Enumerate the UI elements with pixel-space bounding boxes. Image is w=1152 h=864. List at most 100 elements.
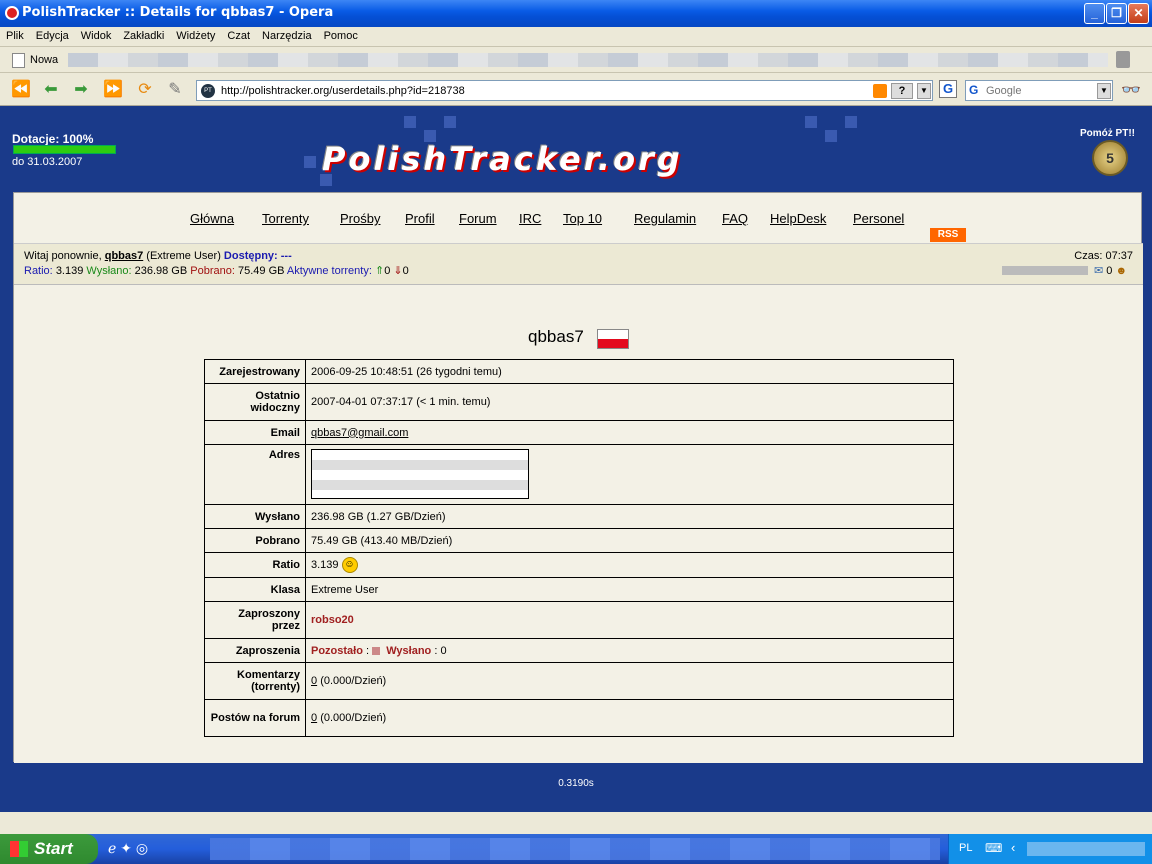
user-link[interactable]: qbbas7 [105, 250, 144, 262]
search-box[interactable]: G ▼ [965, 80, 1113, 101]
row-value [305, 444, 954, 505]
blurred-task-buttons [210, 838, 940, 860]
welcome-line: Witaj ponownie, qbbas7 (Extreme User) Do… [24, 250, 292, 262]
row-label: Ratio [204, 552, 306, 578]
url-dropdown-icon[interactable]: ▼ [917, 83, 931, 99]
table-row: Klasa Extreme User [204, 577, 954, 602]
ie-icon[interactable]: ℯ [108, 840, 116, 856]
table-row: Postów na forum 0 (0.000/Dzień) [204, 699, 954, 737]
active-up: 0 [384, 265, 391, 277]
row-value: qbbas7@gmail.com [305, 420, 954, 445]
search-input[interactable] [986, 83, 1094, 98]
ratio-label: Ratio: [24, 265, 53, 277]
coin-icon[interactable]: 5 [1092, 140, 1128, 176]
search-dropdown-icon[interactable]: ▼ [1097, 83, 1111, 99]
menu-widzety[interactable]: Widżety [170, 27, 221, 45]
posts-count-link[interactable]: 0 [311, 712, 317, 724]
rewind-icon[interactable]: ⏪ [10, 81, 32, 99]
menu-plik[interactable]: Plik [0, 27, 30, 45]
row-value: 75.49 GB (413.40 MB/Dzień) [305, 528, 954, 553]
keyboard-icon[interactable]: ⌨ [985, 841, 1002, 855]
media-icon[interactable]: ✦ [120, 840, 132, 856]
invites-sent-label: Wysłano [386, 644, 432, 657]
start-button[interactable]: Start [0, 834, 98, 864]
table-row: Zarejestrowany 2006-09-25 10:48:51 (26 t… [204, 359, 954, 384]
taskbar: Start ℯ ✦ ◎ PL ⌨ ‹ [0, 834, 1152, 864]
forward-icon[interactable]: ➡ [70, 81, 92, 99]
blurred-address [311, 449, 529, 499]
url-field[interactable]: PT http://polishtracker.org/userdetails.… [196, 80, 933, 101]
ratio-text: 3.139 [311, 558, 339, 571]
stats-line: Ratio: 3.139 Wysłano: 236.98 GB Pobrano:… [24, 264, 409, 277]
nav-regulamin[interactable]: Regulamin [634, 211, 696, 226]
active-label: Aktywne torrenty: [286, 265, 372, 277]
message-count: 0 [1106, 265, 1113, 277]
tab-bar: Nowa [0, 47, 1152, 73]
window-title: PolishTracker :: Details for qbbas7 - Op… [22, 5, 334, 20]
close-button[interactable]: ✕ [1128, 3, 1149, 24]
inviter-link[interactable]: robso20 [311, 614, 354, 626]
friends-icon[interactable]: ☻ [1115, 265, 1127, 277]
page-content: Dotacje: 100% do 31.03.2007 PolishTracke… [0, 106, 1152, 812]
menu-widok[interactable]: Widok [75, 27, 118, 45]
downloaded-label: Pobrano: [190, 265, 235, 277]
server-time: Czas: 07:37 [1074, 250, 1133, 262]
opera-launch-icon[interactable]: ◎ [136, 840, 148, 856]
invites-remaining-label: Pozostało [311, 644, 363, 657]
profile-table: Zarejestrowany 2006-09-25 10:48:51 (26 t… [204, 359, 954, 737]
blurred-tabs [68, 53, 1108, 67]
site-logo[interactable]: PolishTracker.org [322, 140, 683, 178]
blurred-field [1002, 266, 1088, 275]
nav-personel[interactable]: Personel [853, 211, 904, 226]
table-row: Ratio 3.139 ☺ [204, 552, 954, 578]
blurred-tray [1027, 842, 1145, 856]
nav-top10[interactable]: Top 10 [563, 211, 602, 226]
trash-icon[interactable] [1116, 51, 1130, 68]
logo-decoration [304, 156, 316, 168]
nav-torrenty[interactable]: Torrenty [262, 211, 309, 226]
help-pt-label[interactable]: Pomóż PT!! [1080, 128, 1135, 139]
back-icon[interactable]: ⬅ [40, 81, 62, 99]
nav-forum[interactable]: Forum [459, 211, 497, 226]
posts-rate: (0.000/Dzień) [320, 712, 387, 724]
menu-narzedzia[interactable]: Narzędzia [256, 27, 318, 45]
downloaded-value: 75.49 GB [237, 265, 285, 277]
row-label: Klasa [204, 577, 306, 602]
reload-icon[interactable]: ⟳ [134, 81, 156, 99]
language-indicator[interactable]: PL [959, 842, 972, 854]
nav-helpdesk[interactable]: HelpDesk [770, 211, 826, 226]
google-icon[interactable]: G [939, 80, 957, 98]
comments-count-link[interactable]: 0 [311, 675, 317, 687]
menu-zakladki[interactable]: Zakładki [117, 27, 170, 45]
glasses-icon[interactable]: 👓 [1121, 80, 1141, 100]
restore-button[interactable]: ❐ [1106, 3, 1127, 24]
table-row: Zaproszony przez robso20 [204, 601, 954, 639]
nav-glowna[interactable]: Główna [190, 211, 234, 226]
email-link[interactable]: qbbas7@gmail.com [311, 427, 408, 439]
tray-expand-icon[interactable]: ‹ [1011, 840, 1015, 855]
row-label: Postów na forum [204, 699, 306, 737]
menu-pomoc[interactable]: Pomoc [318, 27, 364, 45]
nav-prosby[interactable]: Prośby [340, 211, 380, 226]
row-label: Zaproszony przez [204, 601, 306, 639]
nav-irc[interactable]: IRC [519, 211, 541, 226]
profile-username: qbbas7 [528, 327, 584, 346]
menu-czat[interactable]: Czat [221, 27, 256, 45]
menu-edycja[interactable]: Edycja [30, 27, 75, 45]
rss-feed-icon[interactable] [873, 84, 887, 98]
rss-badge[interactable]: RSS [930, 228, 966, 242]
message-icon[interactable]: ✉ [1094, 265, 1103, 277]
blurred-count [372, 646, 381, 655]
arrow-up-icon: ⇑ [374, 265, 385, 277]
arrow-down-icon: ⇓ [393, 265, 403, 277]
help-button[interactable]: ? [891, 83, 913, 99]
fast-forward-icon[interactable]: ⏩ [102, 81, 124, 99]
edit-icon[interactable]: ✎ [164, 81, 186, 99]
nav-profil[interactable]: Profil [405, 211, 435, 226]
logo-decoration [404, 116, 416, 128]
row-label: Email [204, 420, 306, 445]
row-value: 0 (0.000/Dzień) [305, 699, 954, 737]
minimize-button[interactable]: _ [1084, 3, 1105, 24]
nav-faq[interactable]: FAQ [722, 211, 748, 226]
tab-new[interactable]: Nowa [4, 50, 64, 71]
